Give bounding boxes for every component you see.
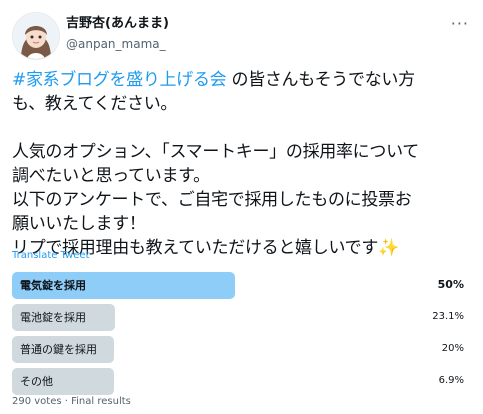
tweet-line-2: も、教えてください。	[12, 94, 178, 114]
poll-option: その他 6.9%	[12, 368, 472, 395]
user-info: 吉野杏(あんまま) @anpan_mama_	[66, 15, 169, 53]
tweet-text-segment: の皆さんもそうでない方	[226, 70, 415, 90]
poll-option-percent: 23.1%	[432, 311, 464, 322]
poll-option: 普通の鍵を採用 20%	[12, 336, 472, 363]
poll-option: 電池錠を採用 23.1%	[12, 304, 472, 331]
tweet-line-1: #家系ブログを盛り上げる会 の皆さんもそうでない方	[12, 68, 472, 92]
poll-option-label: 普通の鍵を採用	[20, 343, 97, 356]
sparkle-emoji: ✨	[378, 238, 399, 258]
poll-option-percent: 20%	[441, 343, 464, 354]
poll-option: 電気錠を採用 50%	[12, 272, 472, 299]
hashtag-link[interactable]: #家系ブログを盛り上げる会	[12, 70, 227, 90]
poll-option-percent: 6.9%	[438, 375, 464, 386]
tweet-line-6: 願いいたします！	[12, 214, 146, 234]
display-name[interactable]: 吉野杏(あんまま)	[66, 15, 169, 33]
user-handle[interactable]: @anpan_mama_	[66, 35, 169, 53]
tweet-text: #家系ブログを盛り上げる会 の皆さんもそうでない方 も、教えてください。 人気の…	[12, 68, 472, 260]
tweet-line-5: 以下のアンケートで、ご自宅で採用したものに投票お	[12, 190, 412, 210]
poll-option-label: その他	[20, 375, 53, 388]
poll: 電気錠を採用 50% 電池錠を採用 23.1% 普通の鍵を採用 20% その他 …	[12, 272, 472, 400]
avatar[interactable]	[12, 12, 60, 60]
poll-option-label: 電気錠を採用	[20, 279, 86, 292]
poll-footer: 290 votes · Final results	[12, 396, 131, 407]
more-options-icon[interactable]: ···	[451, 14, 469, 33]
tweet-line-3: 人気のオプション、「スマートキー」の採用率について	[12, 142, 419, 162]
avatar-illustration	[13, 13, 59, 59]
poll-option-percent: 50%	[437, 278, 464, 291]
tweet-line-4: 調べたいと思っています。	[12, 166, 210, 186]
poll-option-label: 電池錠を採用	[20, 311, 86, 324]
translate-tweet-link[interactable]: Translate Tweet	[12, 250, 89, 261]
